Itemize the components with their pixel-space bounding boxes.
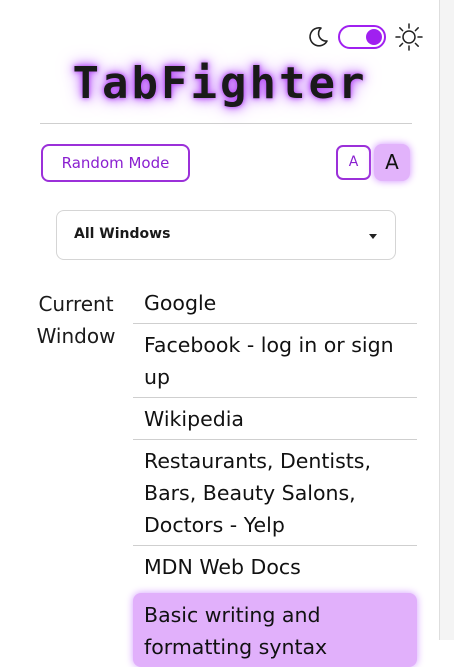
window-select[interactable]: All Windows [56,210,396,260]
app-title: TabFighter [72,58,368,109]
theme-toggle[interactable] [338,25,386,49]
tab-item[interactable]: Restaurants, Dentists, Bars, Beauty Salo… [133,440,417,546]
scrollbar[interactable] [439,0,454,640]
font-size-large-button[interactable]: A [374,144,410,181]
moon-icon [309,27,328,47]
sun-icon [395,23,423,51]
group-label: Current Window [36,292,116,348]
random-mode-button[interactable]: Random Mode [41,144,190,182]
font-size-small-button[interactable]: A [336,145,371,180]
header-divider [40,123,412,124]
tab-item[interactable]: Facebook - log in or sign up [133,324,417,398]
tab-list: Google Facebook - log in or sign up Wiki… [133,282,417,667]
tab-item[interactable]: Google [133,282,417,324]
tab-item[interactable]: MDN Web Docs [133,546,417,587]
window-select-value: All Windows [74,226,171,242]
theme-toggle-row [306,22,430,52]
tab-item-highlighted[interactable]: Basic writing and formatting syntax [133,593,417,667]
tab-item[interactable]: Wikipedia [133,398,417,440]
chevron-down-icon [369,234,377,239]
toggle-knob [366,29,382,45]
